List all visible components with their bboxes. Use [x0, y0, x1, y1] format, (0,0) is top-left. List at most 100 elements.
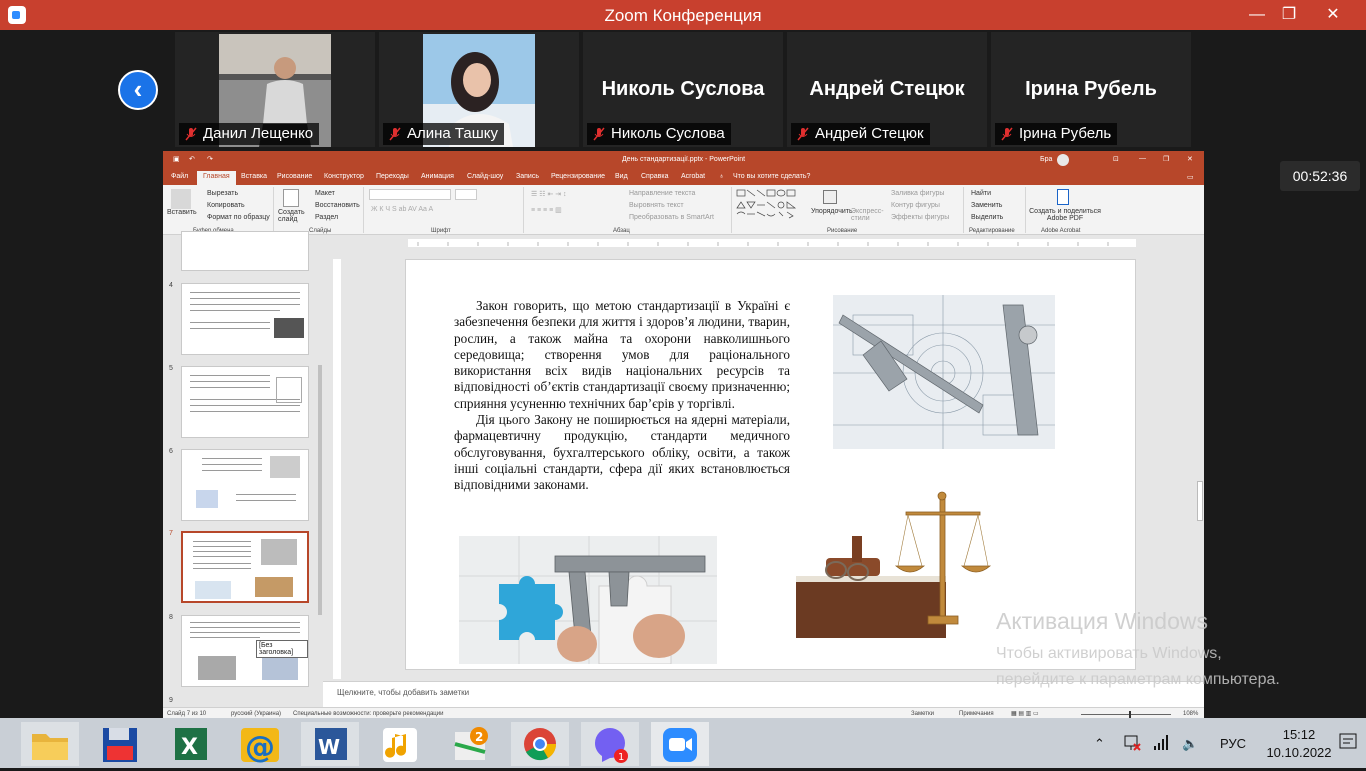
language-indicator[interactable]: русский (Украина)	[231, 711, 281, 717]
adobe-pdf-button[interactable]: Создать и поделиться Adobe PDF	[1029, 208, 1101, 222]
arrange-icon[interactable]	[823, 190, 837, 204]
tab-view[interactable]: Вид	[615, 173, 628, 180]
slide-thumbnail[interactable]	[181, 231, 309, 271]
tab-help[interactable]: Справка	[641, 173, 668, 180]
slide-thumbnail-5[interactable]	[181, 366, 309, 438]
taskbar-zoom[interactable]	[651, 722, 709, 766]
tab-insert[interactable]: Вставка	[241, 173, 267, 180]
taskbar-excel[interactable]: X	[161, 722, 219, 766]
slide-thumbnail-8[interactable]: [Без заголовка]	[181, 615, 309, 687]
smartart-button[interactable]: Преобразовать в SmartArt	[629, 214, 714, 221]
text-direction-button[interactable]: Направление текста	[629, 190, 695, 197]
close-button[interactable]: ✕	[1316, 3, 1350, 27]
tab-transitions[interactable]: Переходы	[376, 173, 409, 180]
tab-draw[interactable]: Рисование	[277, 173, 312, 180]
shape-outline-button[interactable]: Контур фигуры	[891, 202, 940, 209]
taskbar-explorer[interactable]	[21, 722, 79, 766]
cut-button[interactable]: Вырезать	[207, 190, 238, 197]
taskbar-mail[interactable]: @	[231, 722, 289, 766]
arrange-button[interactable]: Упорядочить	[811, 208, 853, 215]
taskbar-music[interactable]	[371, 722, 429, 766]
ppt-minimize-button[interactable]: —	[1139, 155, 1146, 162]
participant-tile-2[interactable]: Алина Ташку	[379, 32, 579, 147]
taskbar-chrome[interactable]	[511, 722, 569, 766]
participant-tile-4[interactable]: Андрей Стецюк Андрей Стецюк	[787, 32, 987, 147]
back-arrow-button[interactable]: ‹	[118, 70, 158, 110]
shape-fill-button[interactable]: Заливка фигуры	[891, 190, 944, 197]
minimize-button[interactable]: —	[1240, 3, 1274, 27]
paste-icon[interactable]	[171, 189, 191, 209]
scales-justice-image[interactable]	[796, 488, 1018, 638]
clock[interactable]: 15:12 10.10.2022	[1264, 726, 1334, 762]
tab-acrobat[interactable]: Acrobat	[681, 173, 705, 180]
font-name-box[interactable]	[369, 189, 451, 200]
zoom-slider-thumb[interactable]	[1129, 711, 1131, 718]
tab-animations[interactable]: Анимация	[421, 173, 454, 180]
align-text-button[interactable]: Выровнять текст	[629, 202, 684, 209]
show-hidden-icons-icon[interactable]: ⌃	[1094, 736, 1105, 752]
zoom-slider[interactable]	[1081, 714, 1171, 715]
notifications-icon[interactable]	[1338, 732, 1358, 754]
language-indicator[interactable]: РУС	[1220, 736, 1246, 751]
view-buttons[interactable]: ▦ ▤ ▥ ▭	[1011, 710, 1039, 717]
tell-me-box[interactable]: Что вы хотите сделать?	[733, 173, 810, 180]
slide-scrollbar[interactable]	[1197, 481, 1203, 521]
tab-file[interactable]: Файл	[171, 173, 188, 180]
network-disconnected-icon[interactable]	[1122, 734, 1142, 752]
participant-tile-1[interactable]: Данил Лещенко	[175, 32, 375, 147]
slide-thumbnail-6[interactable]	[181, 449, 309, 521]
participant-tile-5[interactable]: Ірина Рубель Ірина Рубель	[991, 32, 1191, 147]
ppt-maximize-button[interactable]: ❐	[1163, 155, 1169, 163]
tab-slideshow[interactable]: Слайд-шоу	[467, 173, 503, 180]
new-slide-icon[interactable]	[283, 189, 299, 207]
caliper-drawing-image[interactable]	[833, 295, 1055, 449]
volume-icon[interactable]: 🔈	[1182, 736, 1198, 752]
align-buttons[interactable]: ≡ ≡ ≡ ≡ ▥	[531, 206, 562, 214]
slide-thumbnail-pane: 4 5 6 7 8 [Без заголовка] 9	[163, 231, 323, 707]
ribbon-options-icon[interactable]: ⊡	[1113, 155, 1119, 163]
find-button[interactable]: Найти	[971, 190, 991, 197]
slide-thumbnail-7-selected[interactable]	[181, 531, 309, 603]
thumbnail-scrollbar[interactable]	[318, 365, 322, 615]
comments-icon[interactable]: ▭	[1187, 173, 1194, 181]
signal-icon[interactable]	[1152, 734, 1170, 752]
participant-tile-3[interactable]: Николь Суслова Николь Суслова	[583, 32, 783, 147]
section-button[interactable]: Раздел	[315, 214, 338, 221]
maximize-button[interactable]: ❐	[1272, 3, 1306, 27]
ppt-close-button[interactable]: ✕	[1187, 155, 1193, 163]
accessibility-status[interactable]: Специальные возможности: проверьте реком…	[293, 711, 443, 717]
reset-button[interactable]: Восстановить	[315, 202, 360, 209]
zoom-icon	[663, 728, 697, 762]
taskbar-maps[interactable]: 2	[441, 722, 499, 766]
tab-home[interactable]: Главная	[197, 171, 236, 185]
layout-button[interactable]: Макет	[315, 190, 335, 197]
taskbar-word[interactable]: W	[301, 722, 359, 766]
copy-button[interactable]: Копировать	[207, 202, 245, 209]
slide-text-box[interactable]: Закон говорить, що метою стандартизації …	[454, 298, 790, 494]
shapes-gallery[interactable]	[735, 188, 801, 220]
shape-effects-button[interactable]: Эффекты фигуры	[891, 214, 949, 221]
puzzle-caliper-image[interactable]	[459, 536, 717, 664]
select-button[interactable]: Выделить	[971, 214, 1003, 221]
format-painter-button[interactable]: Формат по образцу	[207, 214, 270, 221]
notes-button[interactable]: Заметки	[911, 711, 934, 717]
font-size-box[interactable]	[455, 189, 477, 200]
taskbar-viber[interactable]: 1	[581, 722, 639, 766]
zoom-level[interactable]: 108%	[1183, 711, 1198, 717]
participant-name-label: Николь Суслова	[587, 123, 731, 145]
floppy-disk-icon	[103, 728, 137, 762]
taskbar-save-app[interactable]	[91, 722, 149, 766]
tab-review[interactable]: Рецензирование	[551, 173, 605, 180]
comments-button[interactable]: Примечания	[959, 711, 994, 717]
font-style-buttons[interactable]: Ж К Ч S ab AV Aa A	[371, 206, 433, 213]
tab-design[interactable]: Конструктор	[324, 173, 364, 180]
tab-record[interactable]: Запись	[516, 173, 539, 180]
user-avatar[interactable]	[1057, 154, 1069, 166]
new-slide-button[interactable]: Создать слайд	[278, 209, 308, 223]
slide-thumbnail-4[interactable]	[181, 283, 309, 355]
adobe-pdf-icon[interactable]	[1057, 189, 1069, 205]
paste-button[interactable]: Вставить	[167, 209, 197, 216]
replace-button[interactable]: Заменить	[971, 202, 1002, 209]
list-buttons[interactable]: ☰ ☷ ⇤ ⇥ ↕	[531, 190, 567, 198]
quick-styles-button[interactable]: Экспресс-стили	[851, 208, 884, 222]
